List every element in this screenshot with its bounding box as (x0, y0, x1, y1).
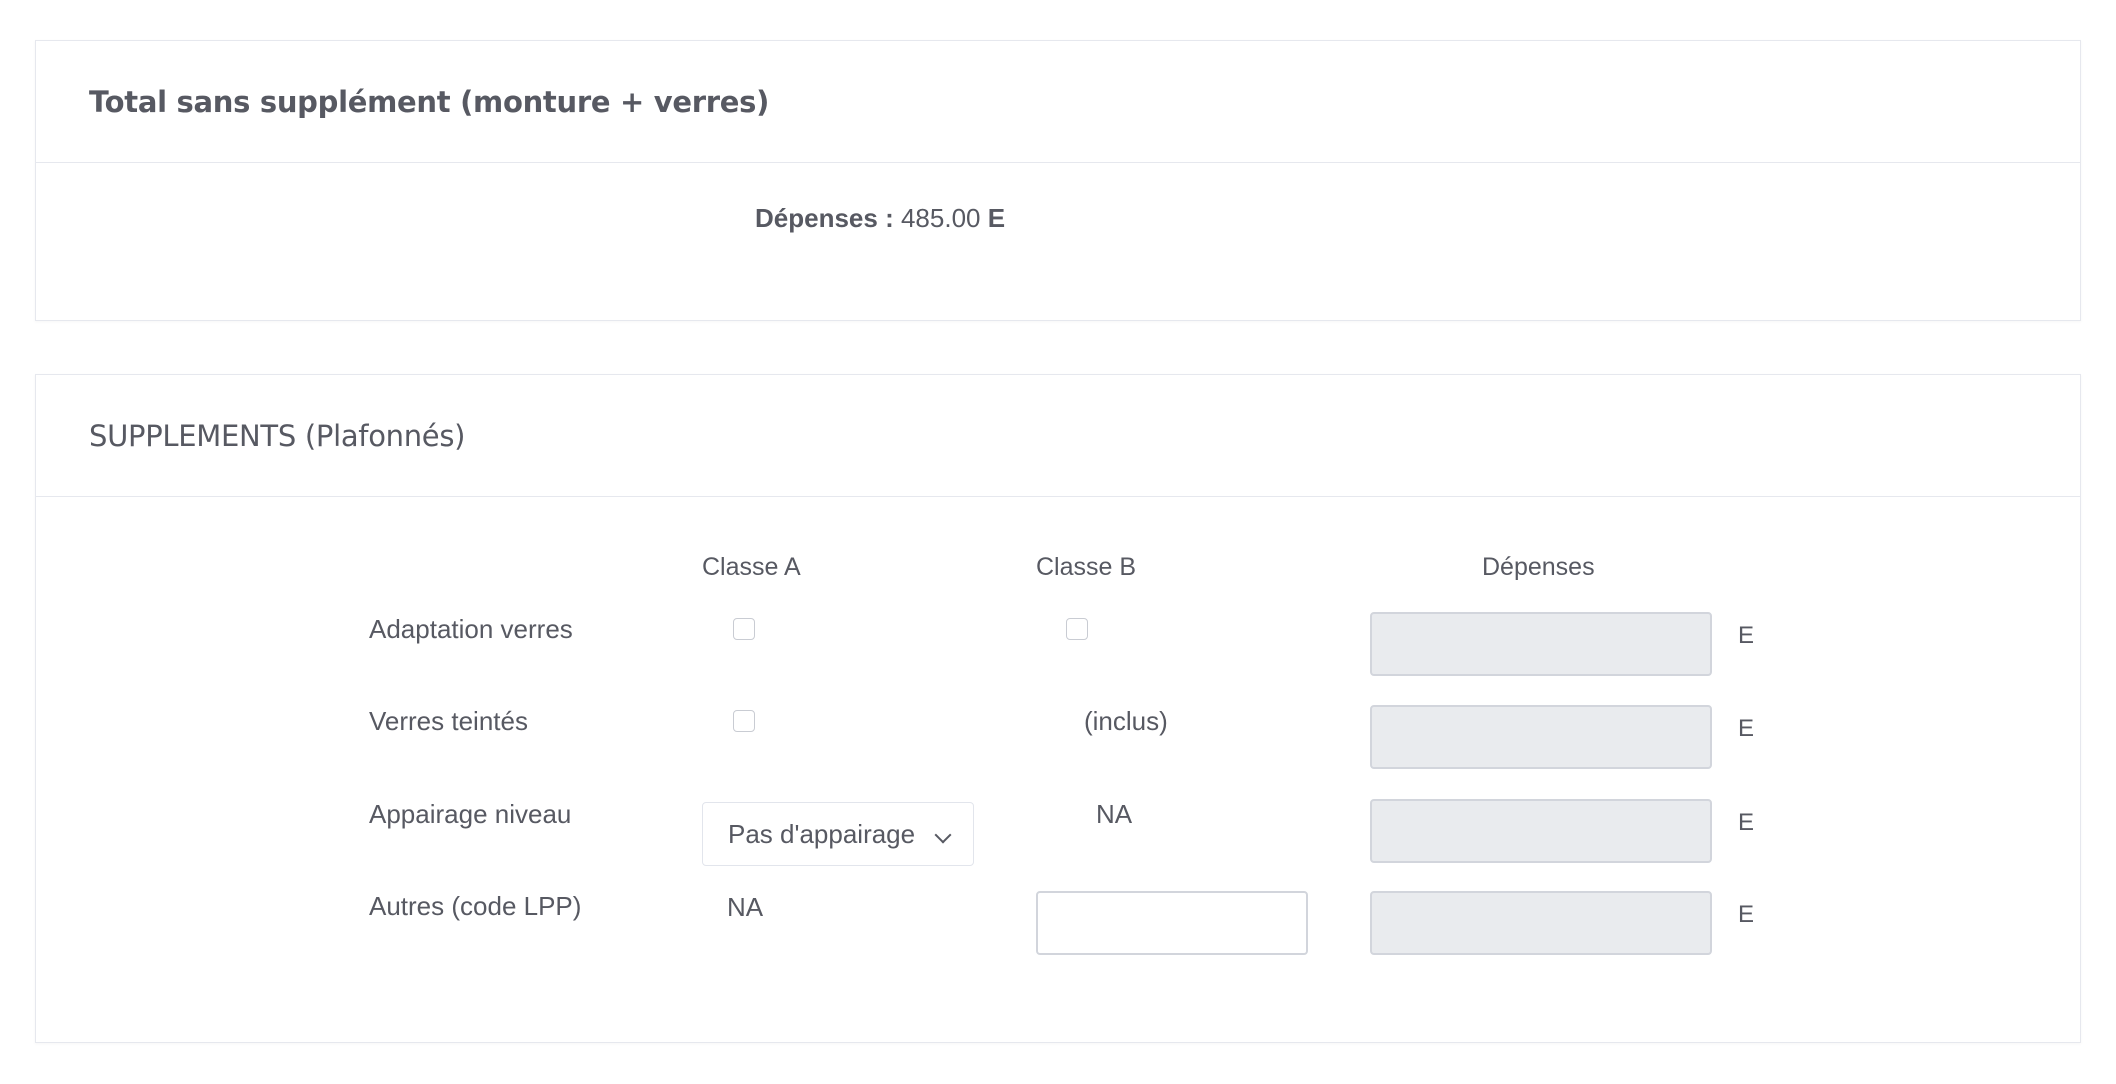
column-header-classe-a: Classe A (702, 553, 801, 581)
row-label-verres-teintes: Verres teintés (369, 706, 528, 736)
total-card-body: Dépenses : 485.00 E (36, 163, 2080, 321)
total-card-header: Total sans supplément (monture + verres) (36, 41, 2080, 163)
appairage-niveau-depenses-field (1370, 799, 1712, 863)
verres-teintes-depenses-field (1370, 705, 1712, 769)
appairage-niveau-select[interactable]: Pas d'appairage (702, 802, 974, 866)
total-depenses-value: 485.00 (900, 203, 981, 233)
total-depenses: Dépenses : 485.00 E (755, 203, 1005, 234)
chevron-down-icon (934, 826, 952, 844)
verres-teintes-classe-a-checkbox[interactable] (733, 710, 755, 732)
adaptation-verres-depenses-field (1370, 612, 1712, 676)
total-card-title: Total sans supplément (monture + verres) (89, 84, 770, 119)
adaptation-verres-classe-a-checkbox[interactable] (733, 618, 755, 640)
row-label-adaptation-verres: Adaptation verres (369, 614, 573, 644)
adaptation-verres-classe-b-checkbox[interactable] (1066, 618, 1088, 640)
appairage-niveau-classe-b-text: NA (1096, 799, 1133, 829)
supplements-card-header: SUPPLEMENTS (Plafonnés) (36, 375, 2080, 497)
appairage-niveau-select-value: Pas d'appairage (728, 818, 916, 849)
supplements-card: SUPPLEMENTS (Plafonnés) Classe A Classe … (35, 374, 2081, 1043)
column-header-classe-b: Classe B (1036, 553, 1137, 581)
verres-teintes-classe-b-text: (inclus) (1084, 706, 1168, 736)
adaptation-verres-currency: E (1738, 622, 1755, 649)
appairage-niveau-currency: E (1738, 809, 1755, 836)
row-label-appairage-niveau: Appairage niveau (369, 799, 572, 829)
row-label-autres-code-lpp: Autres (code LPP) (369, 891, 582, 921)
autres-currency: E (1738, 901, 1755, 928)
verres-teintes-currency: E (1738, 715, 1755, 742)
supplements-card-body: Classe A Classe B Dépenses Adaptation ve… (36, 497, 2080, 1043)
autres-code-lpp-input[interactable] (1036, 891, 1308, 955)
autres-depenses-field (1370, 891, 1712, 955)
column-header-depenses: Dépenses (1482, 553, 1595, 581)
total-depenses-currency: E (987, 203, 1006, 233)
autres-classe-a-text: NA (727, 892, 764, 922)
total-depenses-label: Dépenses : (755, 203, 894, 233)
supplements-card-title: SUPPLEMENTS (Plafonnés) (89, 418, 466, 453)
total-card: Total sans supplément (monture + verres)… (35, 40, 2081, 321)
